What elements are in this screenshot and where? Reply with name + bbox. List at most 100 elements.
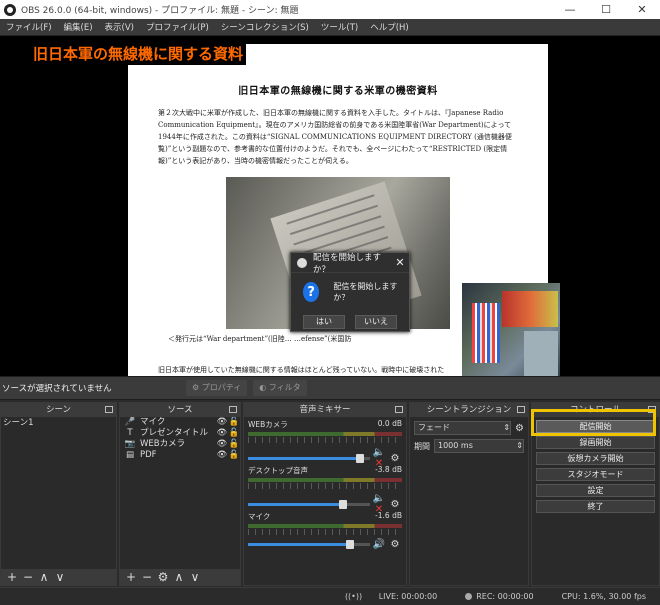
slide-title: 旧日本軍の無線機に関する資料 <box>30 42 247 65</box>
transitions-dock: シーントランジション フェード ⇕ ⚙ 期間 1000 ms ⇕ <box>409 402 529 586</box>
mixer-channel: デスクトップ音声 -3.8 dB 🔈✕ ⚙ <box>244 463 406 515</box>
highlight-box <box>531 409 656 436</box>
no-button[interactable]: いいえ <box>355 315 397 329</box>
close-button[interactable]: ✕ <box>624 3 660 16</box>
source-item[interactable]: 🎤 マイク 👁 🔓 <box>120 417 240 428</box>
slider-knob[interactable] <box>356 453 365 463</box>
volume-slider[interactable] <box>248 453 370 463</box>
lock-icon[interactable]: 🔓 <box>228 450 240 461</box>
move-up-icon[interactable]: ∧ <box>171 570 187 584</box>
channel-db: -1.6 dB <box>375 511 402 520</box>
float-icon[interactable] <box>105 406 113 413</box>
remove-icon[interactable]: − <box>139 570 155 584</box>
text-icon: T <box>127 428 133 438</box>
channel-name: デスクトップ音声 <box>248 466 308 475</box>
slider-knob[interactable] <box>346 540 355 549</box>
float-icon[interactable] <box>517 406 525 413</box>
gear-icon[interactable]: ⚙ <box>388 539 402 550</box>
slider-fill <box>248 543 351 546</box>
menu-view[interactable]: 表示(V) <box>99 21 140 33</box>
start-virtual-camera-button[interactable]: 仮想カメラ開始 <box>536 452 655 465</box>
minimize-button[interactable]: — <box>552 3 588 16</box>
remove-icon[interactable]: − <box>20 570 36 584</box>
source-item[interactable]: 📷 WEBカメラ 👁 🔓 <box>120 439 240 450</box>
dialog-close-button[interactable]: ✕ <box>391 256 409 269</box>
float-icon[interactable] <box>395 406 403 413</box>
webcam-bookshelf <box>472 303 500 363</box>
studio-mode-button[interactable]: スタジオモード <box>536 468 655 481</box>
yes-button[interactable]: はい <box>303 315 345 329</box>
question-icon: ? <box>303 282 320 302</box>
menu-scene-collection[interactable]: シーンコレクション(S) <box>215 21 315 33</box>
dialog-title: 配信を開始しますか？ <box>313 252 382 275</box>
scenes-dock: シーン シーン1 + − ∧ ∨ <box>0 402 117 586</box>
duration-input[interactable]: 1000 ms ⇕ <box>434 439 524 453</box>
transitions-dock-title: シーントランジション <box>410 403 528 417</box>
broadcast-icon: ((•)) <box>344 592 363 601</box>
document-icon: ▤ <box>125 450 135 460</box>
channel-name: マイク <box>248 512 271 521</box>
visibility-icon[interactable]: 👁 <box>216 428 228 439</box>
visibility-icon[interactable]: 👁 <box>216 417 228 428</box>
menu-file[interactable]: ファイル(F) <box>0 21 58 33</box>
speaker-icon[interactable]: 🔊 <box>370 539 388 550</box>
slider-fill <box>248 456 361 460</box>
source-item[interactable]: ▤ PDF 👁 🔓 <box>120 450 240 461</box>
dialog-header: 配信を開始しますか？ ✕ <box>291 252 409 275</box>
float-icon[interactable] <box>229 406 237 413</box>
gear-icon[interactable]: ⚙ <box>388 453 402 464</box>
slider-fill <box>248 502 344 506</box>
status-bar: ((•)) LIVE: 00:00:00 REC: 00:00:00 CPU: … <box>0 587 660 605</box>
scene-tools: + − ∧ ∨ <box>1 569 116 585</box>
move-up-icon[interactable]: ∧ <box>36 570 52 584</box>
start-recording-button[interactable]: 録画開始 <box>536 436 655 449</box>
webcam-poster <box>502 291 558 327</box>
start-stream-dialog: 配信を開始しますか？ ✕ ? 配信を開始しますか？ はい いいえ <box>290 252 410 332</box>
slider-knob[interactable] <box>339 499 348 509</box>
settings-button[interactable]: 設定 <box>536 484 655 497</box>
add-icon[interactable]: + <box>123 570 139 584</box>
sources-dock-title: ソース <box>120 403 240 417</box>
visibility-icon[interactable]: 👁 <box>216 450 228 461</box>
menu-tools[interactable]: ツール(T) <box>315 21 364 33</box>
scene-item[interactable]: シーン1 <box>1 417 116 430</box>
menu-edit[interactable]: 編集(E) <box>58 21 99 33</box>
volume-slider[interactable] <box>248 499 370 509</box>
filters-button[interactable]: ◐ フィルタ <box>253 380 307 396</box>
lock-icon[interactable]: 🔓 <box>228 428 240 439</box>
lock-icon[interactable]: 🔓 <box>228 417 240 428</box>
visibility-icon[interactable]: 👁 <box>216 439 228 450</box>
gear-icon[interactable]: ⚙ <box>515 423 524 434</box>
mixer-dock-title: 音声ミキサー <box>244 403 406 417</box>
rec-status: REC: 00:00:00 <box>465 592 547 601</box>
doc-heading: 旧日本軍の無線機に関する米軍の機密資料 <box>238 86 438 97</box>
sources-dock: ソース 🎤 マイク 👁 🔓 T プレゼンタイトル 👁 🔓 📷 WEBカメラ 👁 🔓 ▤ PDF 👁 🔓 … <box>119 402 241 586</box>
channel-name: WEBカメラ <box>248 420 288 429</box>
move-down-icon[interactable]: ∨ <box>52 570 68 584</box>
move-down-icon[interactable]: ∨ <box>187 570 203 584</box>
webcam-overlay <box>462 283 560 376</box>
menu-help[interactable]: ヘルプ(H) <box>364 21 415 33</box>
exit-button[interactable]: 終了 <box>536 500 655 513</box>
gear-icon[interactable]: ⚙ <box>388 499 402 510</box>
transition-select[interactable]: フェード ⇕ <box>414 421 512 435</box>
meter-ticks <box>248 529 402 535</box>
meter-ticks <box>248 437 402 443</box>
volume-slider[interactable] <box>248 540 370 549</box>
menu-profile[interactable]: プロファイル(P) <box>140 21 215 33</box>
source-toolbar: ソースが選択されていません ⚙ プロパティ ◐ フィルタ <box>0 376 660 400</box>
spinner-icon[interactable]: ⇕ <box>516 440 523 452</box>
camera-icon: 📷 <box>124 439 136 449</box>
menu-bar: ファイル(F) 編集(E) 表示(V) プロファイル(P) シーンコレクション(… <box>0 19 660 36</box>
mixer-channel: WEBカメラ 0.0 dB 🔈✕ ⚙ <box>244 417 406 469</box>
source-item[interactable]: T プレゼンタイトル 👁 🔓 <box>120 428 240 439</box>
lock-icon[interactable]: 🔓 <box>228 439 240 450</box>
scenes-dock-title: シーン <box>1 403 116 417</box>
scene-list: シーン1 <box>1 417 116 430</box>
dialog-message: 配信を開始しますか？ <box>333 282 398 302</box>
record-dot-icon <box>465 593 473 600</box>
add-icon[interactable]: + <box>4 570 20 584</box>
properties-button[interactable]: ⚙ プロパティ <box>186 380 248 396</box>
gear-icon[interactable]: ⚙ <box>155 570 171 584</box>
maximize-button[interactable]: ☐ <box>588 3 624 16</box>
